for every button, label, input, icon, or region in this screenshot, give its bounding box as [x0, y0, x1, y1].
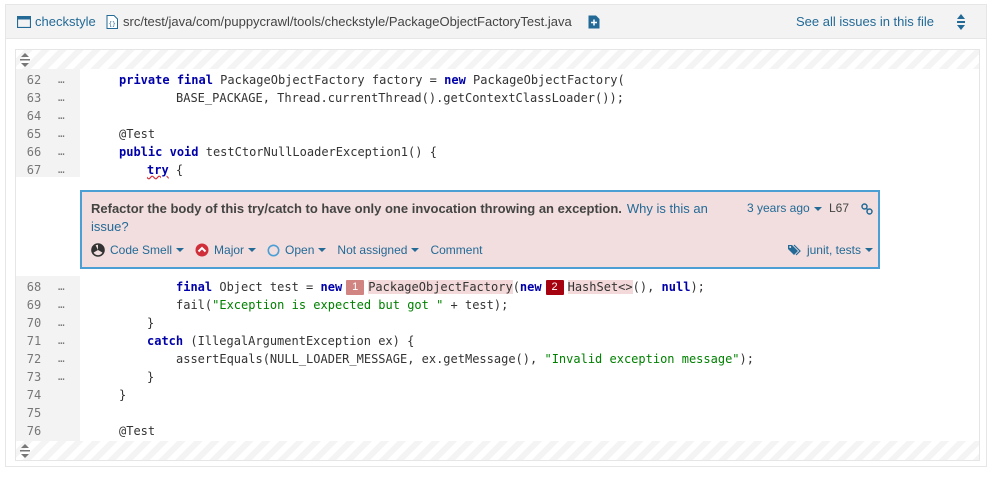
code-line: 62 … private final PackageObjectFactory …: [16, 71, 979, 89]
issue-type[interactable]: Code Smell: [91, 243, 185, 257]
line-number[interactable]: 76: [16, 422, 52, 440]
code-line: 63 … BASE_PACKAGE, Thread.currentThread(…: [16, 89, 979, 107]
line-number[interactable]: 67: [16, 161, 52, 179]
expand-lines-icon[interactable]: [19, 53, 31, 67]
issue-tags[interactable]: junit, tests: [787, 243, 873, 257]
code-text: BASE_PACKAGE, Thread.currentThread().get…: [176, 91, 624, 105]
line-options[interactable]: …: [58, 332, 65, 350]
line-number[interactable]: 69: [16, 296, 52, 314]
code-line: 75: [16, 404, 979, 422]
source-viewer: checkstyle {} src/test/java/com/puppycra…: [5, 4, 987, 467]
issue-age[interactable]: 3 years ago: [747, 201, 822, 215]
chevron-down-icon: [813, 206, 822, 211]
line-number[interactable]: 70: [16, 314, 52, 332]
file-icon: {}: [106, 15, 118, 29]
line-number[interactable]: 63: [16, 89, 52, 107]
code-line: 69 … fail("Exception is expected but got…: [16, 296, 979, 314]
code-text: try {: [147, 163, 184, 177]
line-options[interactable]: …: [58, 143, 65, 161]
issue-assignee[interactable]: Not assigned: [337, 243, 420, 257]
code-line: 65 … @Test: [16, 125, 979, 143]
secondary-location-badge[interactable]: 2: [545, 280, 564, 295]
line-options[interactable]: …: [58, 107, 65, 125]
issue-message-block: Refactor the body of this try/catch to h…: [91, 200, 731, 236]
code-line: 66 … public void testCtorNullLoaderExcep…: [16, 143, 979, 161]
code-text: }: [147, 370, 155, 384]
code-line: 71 … catch (IllegalArgumentException ex)…: [16, 332, 979, 350]
line-options[interactable]: …: [58, 71, 65, 89]
issue-severity[interactable]: Major: [195, 243, 257, 257]
code-line: 74 }: [16, 386, 979, 404]
line-number[interactable]: 71: [16, 332, 52, 350]
code-text: public void testCtorNullLoaderException1…: [119, 145, 437, 159]
see-all-issues-link[interactable]: See all issues in this file: [796, 14, 934, 29]
line-options[interactable]: …: [58, 278, 65, 296]
tags-icon: [787, 244, 801, 256]
code-text: @Test: [119, 424, 156, 438]
expand-bottom-bar[interactable]: [16, 441, 979, 460]
issue-actions: Code Smell Major Open Not assigned Comme…: [91, 243, 493, 257]
code-line: 76 @Test: [16, 422, 979, 440]
line-number[interactable]: 64: [16, 107, 52, 125]
viewer-header: checkstyle {} src/test/java/com/puppycra…: [6, 5, 986, 39]
code-smell-icon: [91, 243, 105, 257]
open-in-new-tab-icon[interactable]: [588, 15, 600, 29]
code-text: private final PackageObjectFactory facto…: [119, 73, 625, 87]
svg-text:{}: {}: [109, 21, 116, 28]
chevron-down-icon: [865, 248, 873, 252]
line-number[interactable]: 75: [16, 404, 52, 422]
project-icon: [17, 16, 31, 28]
code-line: 72 … assertEquals(NULL_LOADER_MESSAGE, e…: [16, 350, 979, 368]
file-path: src/test/java/com/puppycrawl/tools/check…: [123, 14, 572, 29]
line-number[interactable]: 68: [16, 278, 52, 296]
expand-lines-icon[interactable]: [19, 444, 31, 458]
line-options[interactable]: …: [58, 296, 65, 314]
line-options[interactable]: …: [58, 314, 65, 332]
code-text: }: [147, 316, 155, 330]
project-link[interactable]: checkstyle: [35, 14, 96, 29]
code-text: catch (IllegalArgumentException ex) {: [147, 334, 415, 348]
expand-all-icon[interactable]: [955, 14, 967, 30]
chevron-down-icon: [176, 248, 185, 252]
expand-top-bar[interactable]: [16, 50, 979, 69]
line-options[interactable]: …: [58, 350, 65, 368]
code-text: final Object test = new 1 PackageObjectFac…: [176, 280, 705, 295]
chevron-down-icon: [318, 248, 327, 252]
line-number[interactable]: 62: [16, 71, 52, 89]
source-code: 62 … private final PackageObjectFactory …: [15, 49, 980, 461]
secondary-location-badge[interactable]: 1: [346, 280, 365, 295]
code-text: }: [119, 388, 127, 402]
line-number[interactable]: 72: [16, 350, 52, 368]
line-options[interactable]: …: [58, 161, 65, 179]
chevron-down-icon: [248, 248, 257, 252]
line-options[interactable]: …: [58, 89, 65, 107]
line-number[interactable]: 73: [16, 368, 52, 386]
code-line: 73 … }: [16, 368, 979, 386]
line-number[interactable]: 66: [16, 143, 52, 161]
comment-button[interactable]: Comment: [430, 243, 482, 257]
line-number[interactable]: 65: [16, 125, 52, 143]
code-text: @Test: [119, 127, 156, 141]
highlighted-code[interactable]: HashSet<>: [567, 280, 633, 294]
code-text: fail("Exception is expected but got " + …: [176, 298, 509, 312]
issue-box[interactable]: Refactor the body of this try/catch to h…: [80, 190, 880, 269]
major-severity-icon: [195, 243, 209, 257]
highlighted-code[interactable]: PackageObjectFactory: [368, 280, 513, 294]
code-line: 70 … }: [16, 314, 979, 332]
issue-status[interactable]: Open: [267, 243, 327, 257]
issue-message[interactable]: Refactor the body of this try/catch to h…: [91, 201, 622, 216]
issue-line: L67: [829, 201, 850, 215]
code-line: 64 …: [16, 107, 979, 125]
link-icon[interactable]: [861, 203, 873, 215]
open-status-icon: [267, 244, 280, 256]
code-line: 68 … final Object test = new 1 PackageObje…: [16, 278, 979, 296]
line-options[interactable]: …: [58, 368, 65, 386]
chevron-down-icon: [411, 248, 420, 252]
line-options[interactable]: …: [58, 125, 65, 143]
code-line: 67 … try {: [16, 161, 979, 179]
line-number[interactable]: 74: [16, 386, 52, 404]
code-text: assertEquals(NULL_LOADER_MESSAGE, ex.get…: [176, 352, 754, 366]
issue-location: try: [147, 163, 169, 177]
